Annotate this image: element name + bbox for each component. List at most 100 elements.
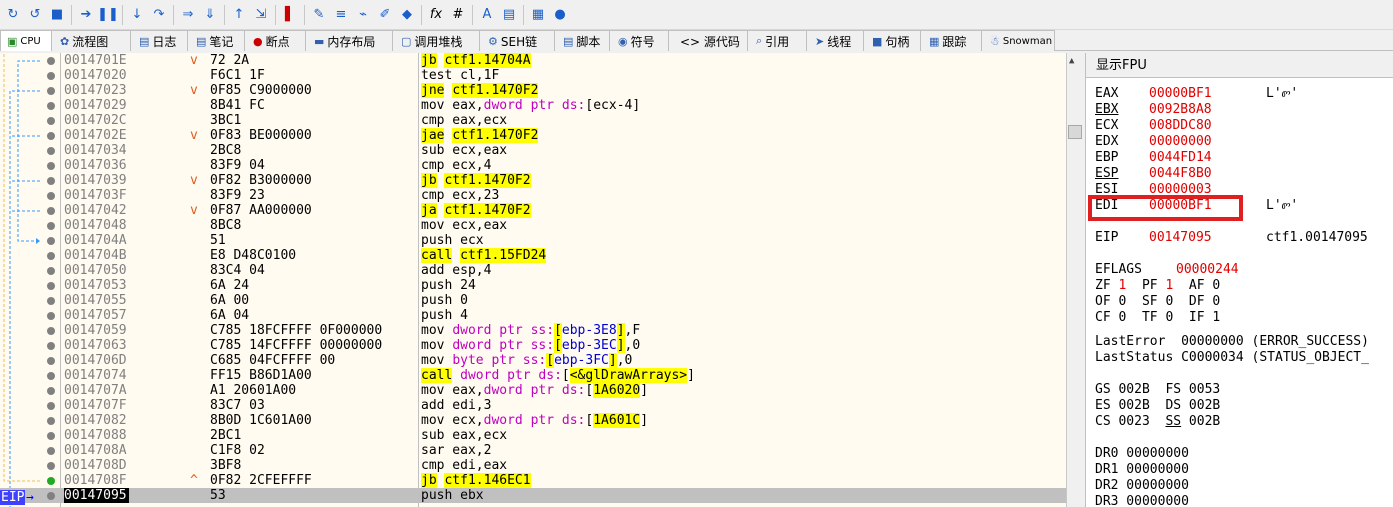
- disasm-row[interactable]: 00147053 6A 24 push 24: [0, 278, 1066, 293]
- show-fpu-toggle[interactable]: 显示FPU: [1086, 53, 1393, 78]
- tab-handle[interactable]: ■ 句柄: [863, 30, 921, 51]
- disasm-row[interactable]: 00147074 FF15 B86D1A00 call dword ptr ds:[…: [0, 368, 1066, 383]
- breakpoint-bullet-icon[interactable]: [47, 327, 55, 335]
- disasm-row[interactable]: 00147050 83C4 04 add esp,4: [0, 263, 1066, 278]
- breakpoint-bullet-icon[interactable]: [47, 237, 55, 245]
- disasm-row[interactable]: 0014706D C685 04FCFFFF 00 mov byte ptr ss:…: [0, 353, 1066, 368]
- tab-seh[interactable]: ⚙ SEH链: [479, 30, 555, 51]
- disasm-row[interactable]: 0014707A A1 20601A00 mov eax,dword ptr ds:…: [0, 383, 1066, 398]
- breakpoint-icon[interactable]: ▌: [279, 4, 301, 26]
- breakpoint-bullet-icon[interactable]: [47, 72, 55, 80]
- breakpoint-bullet-icon[interactable]: [47, 267, 55, 275]
- breakpoint-bullet-icon[interactable]: [47, 252, 55, 260]
- execute-till-return-icon[interactable]: ↑: [228, 4, 250, 26]
- tab-thread[interactable]: ➤ 线程: [806, 30, 864, 51]
- breakpoint-bullet-icon[interactable]: [47, 387, 55, 395]
- breakpoint-bullet-icon[interactable]: [47, 477, 55, 485]
- tab-search[interactable]: ⌕ 引用: [747, 30, 807, 51]
- disasm-row[interactable]: 00147023 v 0F85 C9000000 jne ctf1.1470F2: [0, 83, 1066, 98]
- breakpoint-bullet-icon[interactable]: [47, 57, 55, 65]
- tab-memory[interactable]: ▬ 内存布局: [305, 30, 393, 51]
- step-over-icon[interactable]: ↷: [148, 4, 170, 26]
- patch-icon[interactable]: ✎: [308, 4, 330, 26]
- bookmark-icon[interactable]: ✐: [374, 4, 396, 26]
- breakpoint-bullet-icon[interactable]: [47, 492, 55, 500]
- disasm-row[interactable]: 0014704B E8 D48C0100 call ctf1.15FD24: [0, 248, 1066, 263]
- tab-trace[interactable]: ▦ 跟踪: [920, 30, 982, 51]
- breakpoint-bullet-icon[interactable]: [47, 192, 55, 200]
- tab-snowman[interactable]: ☃ Snowman: [981, 30, 1055, 51]
- breakpoint-bullet-icon[interactable]: [47, 207, 55, 215]
- breakpoint-bullet-icon[interactable]: [47, 417, 55, 425]
- hash-icon[interactable]: #: [447, 4, 469, 26]
- disasm-row[interactable]: 00147034 2BC8 sub ecx,eax: [0, 143, 1066, 158]
- disassembly-scrollbar[interactable]: ▲: [1066, 53, 1083, 507]
- breakpoint-bullet-icon[interactable]: [47, 402, 55, 410]
- disasm-row[interactable]: 0014707F 83C7 03 add edi,3: [0, 398, 1066, 413]
- step-into-icon[interactable]: ↓: [126, 4, 148, 26]
- tab-log[interactable]: ▤ 日志: [130, 30, 188, 51]
- disasm-row[interactable]: 00147042 v 0F87 AA000000 ja ctf1.1470F2: [0, 203, 1066, 218]
- tab-cpu[interactable]: ▣ CPU: [0, 30, 52, 51]
- breakpoint-bullet-icon[interactable]: [47, 177, 55, 185]
- label-icon[interactable]: ⌁: [352, 4, 374, 26]
- disasm-row[interactable]: 0014708A C1F8 02 sar eax,2: [0, 443, 1066, 458]
- tab-source[interactable]: <> 源代码: [668, 30, 748, 51]
- disasm-row[interactable]: 00147029 8B41 FC mov eax,dword ptr ds:[ecx…: [0, 98, 1066, 113]
- breakpoint-bullet-icon[interactable]: [47, 312, 55, 320]
- disasm-row[interactable]: 00147095 53 push ebx: [0, 488, 1066, 503]
- disasm-row[interactable]: 0014703F 83F9 23 cmp ecx,23: [0, 188, 1066, 203]
- breakpoint-bullet-icon[interactable]: [47, 117, 55, 125]
- disasm-row[interactable]: 00147088 2BC1 sub eax,ecx: [0, 428, 1066, 443]
- disasm-row[interactable]: 00147048 8BC8 mov ecx,eax: [0, 218, 1066, 233]
- breakpoint-bullet-icon[interactable]: [47, 432, 55, 440]
- disasm-row[interactable]: 00147059 C785 18FCFFFF 0F000000 mov dword …: [0, 323, 1066, 338]
- breakpoint-bullet-icon[interactable]: [47, 132, 55, 140]
- pause-icon[interactable]: ❚❚: [97, 4, 119, 26]
- tab-notes[interactable]: ▤ 笔记: [187, 30, 245, 51]
- breakpoint-bullet-icon[interactable]: [47, 87, 55, 95]
- breakpoint-bullet-icon[interactable]: [47, 447, 55, 455]
- run-icon[interactable]: ➔: [75, 4, 97, 26]
- tab-callstack[interactable]: ▢ 调用堆栈: [392, 30, 480, 51]
- disasm-row[interactable]: 00147036 83F9 04 cmp ecx,4: [0, 158, 1066, 173]
- restart-icon[interactable]: ↺: [24, 4, 46, 26]
- breakpoint-bullet-icon[interactable]: [47, 162, 55, 170]
- scroll-up-icon[interactable]: ▲: [1069, 56, 1074, 66]
- breakpoint-bullet-icon[interactable]: [47, 357, 55, 365]
- font-icon[interactable]: A: [476, 4, 498, 26]
- disasm-row[interactable]: 00147082 8B0D 1C601A00 mov ecx,dword ptr d…: [0, 413, 1066, 428]
- disasm-row[interactable]: 0014708D 3BF8 cmp edi,eax: [0, 458, 1066, 473]
- breakpoint-bullet-icon[interactable]: [47, 297, 55, 305]
- disasm-row[interactable]: 00147055 6A 00 push 0: [0, 293, 1066, 308]
- open-icon[interactable]: ↻: [2, 4, 24, 26]
- highlight-icon[interactable]: ◆: [396, 4, 418, 26]
- breakpoint-bullet-icon[interactable]: [47, 147, 55, 155]
- disasm-row[interactable]: 0014701E v 72 2A jb ctf1.14704A: [0, 53, 1066, 68]
- tab-script[interactable]: ▤ 脚本: [554, 30, 610, 51]
- breakpoint-bullet-icon[interactable]: [47, 102, 55, 110]
- trace-into-icon[interactable]: ⇒: [177, 4, 199, 26]
- breakpoint-bullet-icon[interactable]: [47, 342, 55, 350]
- breakpoint-bullet-icon[interactable]: [47, 222, 55, 230]
- fx-icon[interactable]: fx: [425, 4, 447, 26]
- disasm-row[interactable]: 00147063 C785 14FCFFFF 00000000 mov dword …: [0, 338, 1066, 353]
- calculator-icon[interactable]: ▦: [527, 4, 549, 26]
- tab-breakpoint-dot[interactable]: ● 断点: [244, 30, 306, 51]
- breakpoint-bullet-icon[interactable]: [47, 282, 55, 290]
- disasm-row[interactable]: 00147039 v 0F82 B3000000 jb ctf1.1470F2: [0, 173, 1066, 188]
- stop-icon[interactable]: ■: [46, 4, 68, 26]
- tab-graph[interactable]: ✿ 流程图: [51, 30, 131, 51]
- disasm-row[interactable]: 0014704A 51 push ecx: [0, 233, 1066, 248]
- disasm-row[interactable]: 0014702C 3BC1 cmp eax,ecx: [0, 113, 1066, 128]
- breakpoint-bullet-icon[interactable]: [47, 372, 55, 380]
- disasm-row[interactable]: 00147057 6A 04 push 4: [0, 308, 1066, 323]
- scrollbar-thumb[interactable]: [1068, 125, 1082, 139]
- disasm-row[interactable]: 00147020 F6C1 1F test cl,1F: [0, 68, 1066, 83]
- disasm-row[interactable]: 0014708F ^ 0F82 2CFEFFFF jb ctf1.146EC1: [0, 473, 1066, 488]
- run-to-user-code-icon[interactable]: ⇲: [250, 4, 272, 26]
- comment-icon[interactable]: ≡: [330, 4, 352, 26]
- globe-icon[interactable]: ●: [549, 4, 571, 26]
- disasm-row[interactable]: 0014702E v 0F83 BE000000 jae ctf1.1470F2: [0, 128, 1066, 143]
- tab-symbol[interactable]: ◉ 符号: [609, 30, 669, 51]
